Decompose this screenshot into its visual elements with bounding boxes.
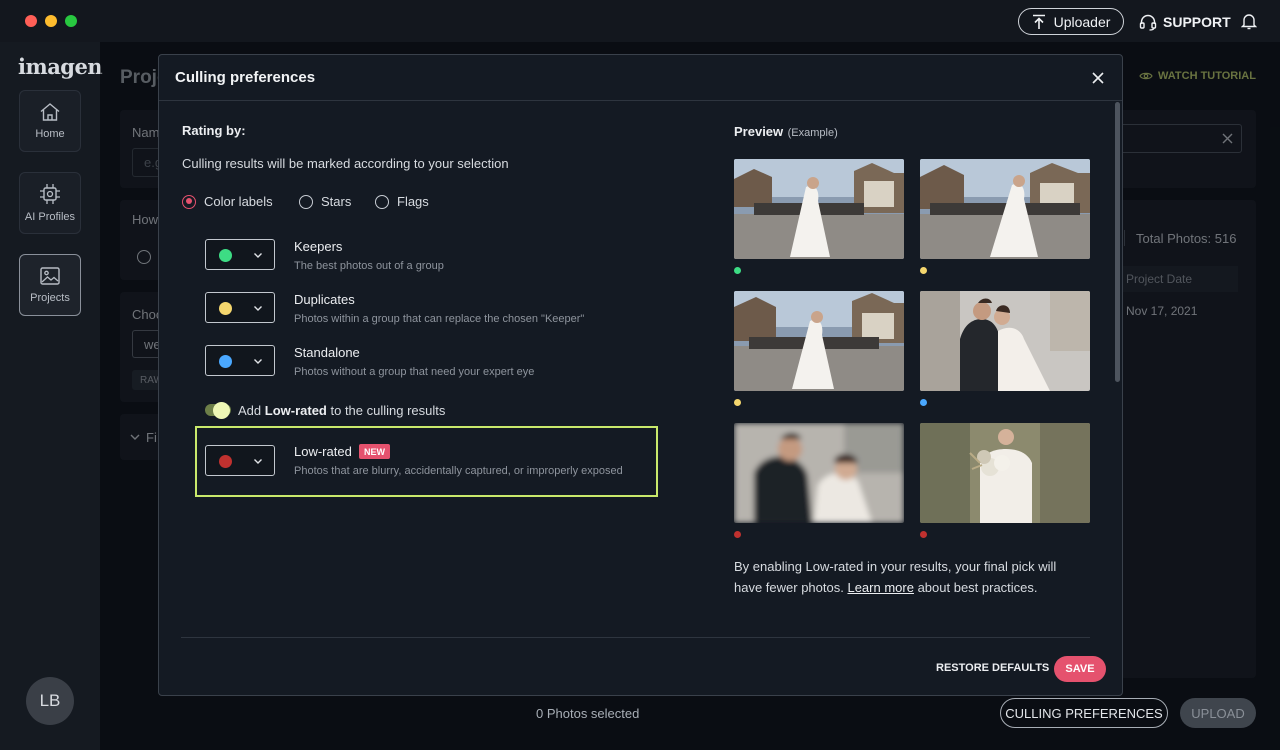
learn-more-link[interactable]: Learn more (847, 580, 913, 595)
photos-selected-count: 0 Photos selected (536, 706, 640, 721)
sidebar-item-projects[interactable]: Projects (19, 254, 81, 316)
lowrated-color-select[interactable] (205, 445, 275, 476)
sidebar-item-label: Home (35, 128, 65, 140)
upload-arrow-icon (1032, 14, 1045, 29)
preview-title: Preview (734, 124, 784, 139)
chevron-down-icon (254, 253, 262, 258)
avatar[interactable]: LB (26, 677, 74, 725)
zoom-window-button[interactable] (65, 15, 77, 27)
chevron-down-icon (254, 459, 262, 464)
ai-chip-icon (40, 184, 60, 204)
restore-defaults-button[interactable]: RESTORE DEFAULTS (936, 662, 1049, 674)
rating-description: Culling results will be marked according… (182, 156, 509, 171)
rating-by-label: Rating by: (182, 123, 246, 138)
dialog-scrollbar[interactable] (1115, 102, 1120, 382)
sidebar-item-label: Projects (30, 292, 70, 304)
duplicates-color-select[interactable] (205, 292, 275, 323)
photo-label-dot (734, 531, 741, 538)
sidebar-item-label: AI Profiles (24, 211, 76, 223)
preview-heading: Preview (Example) (734, 123, 838, 141)
lowrated-note: By enabling Low-rated in your results, y… (734, 556, 1084, 598)
preview-photo (920, 291, 1090, 391)
imagen-logo: imagen (18, 54, 103, 79)
headset-icon (1139, 14, 1157, 31)
standalone-color-select[interactable] (205, 345, 275, 376)
keepers-title: Keepers (294, 239, 343, 254)
image-icon (40, 267, 60, 285)
photo-label-dot (920, 267, 927, 274)
support-label: SUPPORT (1163, 14, 1231, 30)
radio-label: Flags (397, 194, 429, 209)
culling-preferences-button[interactable]: CULLING PREFERENCES (1000, 698, 1168, 728)
radio-button[interactable] (299, 194, 313, 209)
uploader-button[interactable]: Uploader (1018, 8, 1124, 35)
color-swatch (219, 249, 232, 262)
toggle-label-prefix: Add (238, 403, 265, 418)
save-button[interactable]: SAVE (1054, 656, 1106, 682)
close-icon (1092, 72, 1104, 84)
support-button[interactable]: SUPPORT (1139, 12, 1231, 32)
duplicates-description: Photos within a group that can replace t… (294, 313, 585, 325)
divider (181, 637, 1090, 638)
preview-photo (920, 159, 1090, 259)
upload-button[interactable]: UPLOAD (1180, 698, 1256, 728)
uploader-label: Uploader (1053, 13, 1111, 30)
close-window-button[interactable] (25, 15, 37, 27)
radio-label: Stars (321, 194, 352, 209)
preview-photo (734, 159, 904, 259)
preview-photo (734, 423, 904, 523)
notifications-button[interactable] (1240, 12, 1258, 35)
home-icon (40, 103, 60, 121)
minimize-window-button[interactable] (45, 15, 57, 27)
keepers-description: The best photos out of a group (294, 260, 444, 272)
lowrated-description: Photos that are blurry, accidentally cap… (294, 465, 623, 477)
photo-label-dot (734, 267, 741, 274)
lowrated-toggle-label: Add Low-rated to the culling results (238, 403, 445, 418)
photo-label-dot (920, 399, 927, 406)
standalone-description: Photos without a group that need your ex… (294, 366, 535, 378)
sidebar-item-home[interactable]: Home (19, 90, 81, 152)
color-swatch (219, 455, 232, 468)
radio-button-selected[interactable] (182, 194, 196, 209)
dialog-title: Culling preferences (175, 69, 316, 86)
photo-label-dot (734, 399, 741, 406)
preview-photo (734, 291, 904, 391)
toggle-knob[interactable] (213, 402, 230, 419)
preview-subtitle: (Example) (787, 127, 838, 139)
photo-label-dot (920, 531, 927, 538)
color-swatch (219, 302, 232, 315)
dialog-close-button[interactable] (1089, 69, 1107, 87)
radio-button[interactable] (375, 194, 389, 209)
standalone-title: Standalone (294, 345, 360, 360)
chevron-down-icon (254, 359, 262, 364)
duplicates-title: Duplicates (294, 292, 355, 307)
new-badge: NEW (359, 444, 390, 459)
bell-icon (1240, 14, 1258, 30)
radio-flags[interactable]: Flags (375, 194, 429, 209)
radio-color-labels[interactable]: Color labels (182, 194, 273, 209)
toggle-label-suffix: to the culling results (326, 403, 446, 418)
toggle-label-bold: Low-rated (264, 403, 327, 418)
keepers-color-select[interactable] (205, 239, 275, 270)
radio-label: Color labels (204, 194, 273, 209)
preview-photo (920, 423, 1090, 523)
note-text-after: about best practices. (913, 580, 1038, 595)
chevron-down-icon (254, 306, 262, 311)
color-swatch (219, 355, 232, 368)
lowrated-title: Low-rated (294, 444, 352, 459)
sidebar-item-ai-profiles[interactable]: AI Profiles (19, 172, 81, 234)
radio-stars[interactable]: Stars (299, 194, 351, 209)
